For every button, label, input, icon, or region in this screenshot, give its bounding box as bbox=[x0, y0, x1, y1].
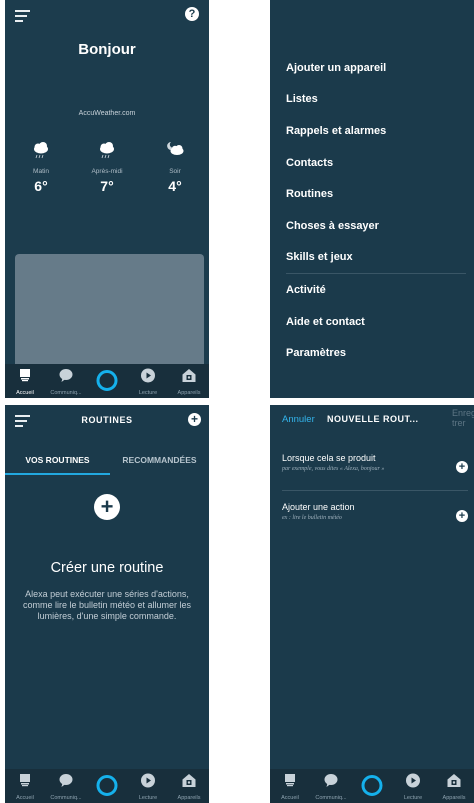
side-menu: Ajouter un appareil Listes Rappels et al… bbox=[286, 52, 466, 369]
forecast-temp: 6° bbox=[34, 178, 48, 194]
home-icon bbox=[283, 773, 297, 792]
nav-play[interactable]: Lecture bbox=[393, 769, 433, 803]
play-icon bbox=[406, 773, 421, 793]
devices-house-icon bbox=[182, 368, 197, 388]
tab-recommended[interactable]: RECOMMANDÉES bbox=[110, 449, 209, 475]
home-icon bbox=[18, 368, 32, 387]
routines-screen: ROUTINES + VOS ROUTINES RECOMMANDÉES + C… bbox=[5, 405, 209, 803]
nav-alexa[interactable] bbox=[87, 769, 127, 803]
tab-your-routines[interactable]: VOS ROUTINES bbox=[5, 449, 110, 475]
save-button[interactable]: Enregis-trer bbox=[452, 408, 474, 428]
nav-label: Communiq... bbox=[50, 795, 82, 801]
nav-label: Lecture bbox=[138, 795, 158, 801]
nav-label: Appareils bbox=[177, 795, 201, 801]
nav-play[interactable]: Lecture bbox=[128, 364, 168, 398]
partly-cloudy-night-icon bbox=[145, 138, 205, 162]
nav-home[interactable]: Accueil bbox=[5, 364, 45, 398]
cancel-button[interactable]: Annuler bbox=[282, 414, 315, 425]
nav-label: Accueil bbox=[281, 795, 299, 801]
nav-communicate[interactable]: Communiq... bbox=[46, 769, 86, 803]
forecast-label: Soir bbox=[169, 168, 181, 175]
action-row[interactable]: Ajouter une action ex : lire le bulletin… bbox=[282, 502, 468, 522]
nav-label: Lecture bbox=[403, 795, 423, 801]
chat-bubble-icon bbox=[324, 773, 339, 793]
menu-item-settings[interactable]: Paramètres bbox=[286, 337, 466, 369]
add-trigger-icon[interactable]: + bbox=[456, 461, 468, 473]
menu-item-activity[interactable]: Activité bbox=[286, 274, 466, 306]
menu-item-routines[interactable]: Routines bbox=[286, 178, 466, 210]
trigger-subtitle: par exemple, vous dites « Alexa, bonjour… bbox=[282, 466, 385, 472]
bottom-nav: Accueil Communiq... Lecture Appareils bbox=[270, 769, 474, 803]
nav-label: Lecture bbox=[138, 390, 158, 396]
add-action-icon[interactable]: + bbox=[456, 510, 468, 522]
alexa-icon bbox=[361, 775, 383, 796]
menu-item-reminders[interactable]: Rappels et alarmes bbox=[286, 115, 466, 147]
page-title: NOUVELLE ROUT... bbox=[327, 414, 419, 424]
chat-bubble-icon bbox=[59, 773, 74, 793]
bottom-nav: Accueil Communiq... Lecture Appareils bbox=[5, 364, 209, 398]
active-tab-indicator bbox=[5, 473, 110, 475]
menu-item-add-device[interactable]: Ajouter un appareil bbox=[286, 52, 466, 84]
routines-tabs: VOS ROUTINES RECOMMANDÉES bbox=[5, 449, 209, 475]
add-routine-icon[interactable]: + bbox=[188, 413, 201, 426]
rain-cloud-icon bbox=[77, 138, 137, 162]
nav-label: Appareils bbox=[177, 390, 201, 396]
nav-label: Accueil bbox=[16, 795, 34, 801]
forecast-evening: Soir 4° bbox=[145, 138, 205, 194]
forecast-afternoon: Après-midi 7° bbox=[77, 138, 137, 194]
forecast-morning: Matin 6° bbox=[11, 138, 71, 194]
play-icon bbox=[141, 773, 156, 793]
nav-devices[interactable]: Appareils bbox=[169, 364, 209, 398]
chat-bubble-icon bbox=[59, 368, 74, 388]
nav-label: Appareils bbox=[442, 795, 466, 801]
devices-house-icon bbox=[182, 773, 197, 793]
devices-house-icon bbox=[447, 773, 462, 793]
nav-devices[interactable]: Appareils bbox=[169, 769, 209, 803]
play-icon bbox=[141, 368, 156, 388]
home-screen: ? Bonjour AccuWeather.com Matin 6° Après… bbox=[5, 0, 209, 398]
alexa-icon bbox=[96, 370, 118, 391]
menu-item-contacts[interactable]: Contacts bbox=[286, 147, 466, 179]
page-title: ROUTINES bbox=[81, 415, 133, 425]
nav-label: Communiq... bbox=[50, 390, 82, 396]
create-routine-title[interactable]: Créer une routine bbox=[5, 560, 209, 576]
menu-item-lists[interactable]: Listes bbox=[286, 84, 466, 116]
menu-item-things-to-try[interactable]: Choses à essayer bbox=[286, 210, 466, 242]
nav-communicate[interactable]: Communiq... bbox=[46, 364, 86, 398]
create-routine-description: Alexa peut exécuter une séries d'actions… bbox=[22, 589, 192, 621]
nav-label: Communiq... bbox=[315, 795, 347, 801]
nav-home[interactable]: Accueil bbox=[270, 769, 310, 803]
bottom-nav: Accueil Communiq... Lecture Appareils bbox=[5, 769, 209, 803]
home-icon bbox=[18, 773, 32, 792]
rain-cloud-icon bbox=[11, 138, 71, 162]
forecast-temp: 7° bbox=[100, 178, 114, 194]
trigger-row[interactable]: Lorsque cela se produit par exemple, vou… bbox=[282, 453, 468, 473]
action-subtitle: ex : lire le bulletin météo bbox=[282, 515, 342, 521]
alexa-icon bbox=[96, 775, 118, 796]
row-divider bbox=[282, 490, 468, 491]
hamburger-menu-icon[interactable] bbox=[15, 10, 30, 22]
forecast-temp: 4° bbox=[168, 178, 182, 194]
create-routine-plus-icon[interactable]: + bbox=[94, 494, 120, 520]
weather-source[interactable]: AccuWeather.com bbox=[5, 110, 209, 117]
nav-communicate[interactable]: Communiq... bbox=[311, 769, 351, 803]
side-menu-screen: Ajouter un appareil Listes Rappels et al… bbox=[270, 0, 474, 398]
nav-play[interactable]: Lecture bbox=[128, 769, 168, 803]
nav-alexa[interactable] bbox=[87, 364, 127, 398]
menu-item-skills[interactable]: Skills et jeux bbox=[286, 242, 466, 274]
nav-home[interactable]: Accueil bbox=[5, 769, 45, 803]
help-icon[interactable]: ? bbox=[185, 7, 199, 21]
nav-alexa[interactable] bbox=[352, 769, 392, 803]
nav-label: Accueil bbox=[16, 390, 34, 396]
new-routine-screen: Annuler NOUVELLE ROUT... Enregis-trer Lo… bbox=[270, 405, 474, 803]
greeting-title: Bonjour bbox=[78, 41, 136, 58]
forecast-label: Après-midi bbox=[91, 168, 123, 175]
forecast-label: Matin bbox=[33, 168, 49, 175]
menu-item-help[interactable]: Aide et contact bbox=[286, 306, 466, 338]
nav-devices[interactable]: Appareils bbox=[434, 769, 474, 803]
action-title: Ajouter une action bbox=[282, 502, 355, 512]
trigger-title: Lorsque cela se produit bbox=[282, 453, 376, 463]
